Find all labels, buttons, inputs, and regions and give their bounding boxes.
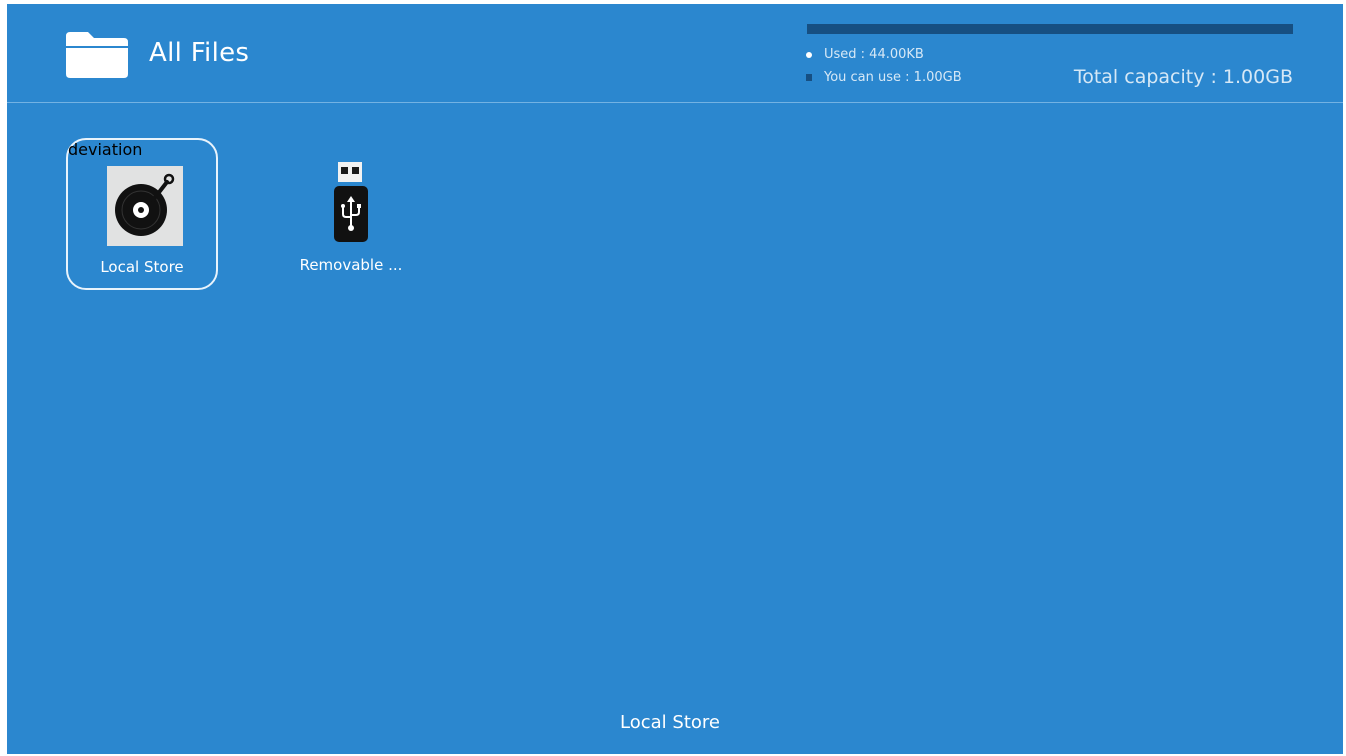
total-capacity: Total capacity : 1.00GB <box>1073 66 1293 88</box>
current-location-label: Local Store <box>620 712 720 733</box>
item-label: Removable ... <box>299 256 403 274</box>
free-label: You can use : 1.00GB <box>824 70 962 85</box>
usb-drive-icon <box>334 162 368 242</box>
free-legend: You can use : 1.00GB <box>806 70 962 85</box>
used-dot-icon <box>806 51 812 58</box>
folder-icon <box>66 32 128 78</box>
storage-item-removable[interactable]: Removable ... <box>275 138 427 290</box>
header: All Files Used : 44.00KB You can use : 1… <box>7 4 1343 103</box>
page-title: All Files <box>149 38 250 68</box>
file-manager-screen: All Files Used : 44.00KB You can use : 1… <box>7 4 1343 754</box>
free-square-icon <box>806 74 812 81</box>
storage-usage-bar <box>807 24 1293 34</box>
local-store-icon-box <box>107 166 183 246</box>
used-legend: Used : 44.00KB <box>806 47 924 62</box>
item-label: Local Store <box>100 258 184 276</box>
vinyl-disc-icon <box>115 173 175 236</box>
storage-item-local-store[interactable]: Local Store deviation <box>66 138 218 290</box>
used-label: Used : 44.00KB <box>824 47 924 62</box>
